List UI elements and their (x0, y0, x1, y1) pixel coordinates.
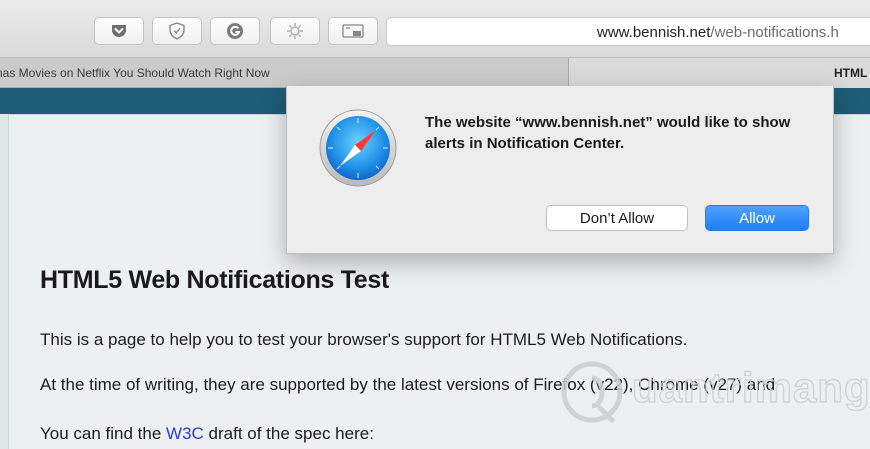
shield-icon (169, 22, 185, 40)
puzzle-extension-icon (287, 23, 303, 39)
picture-in-picture-button[interactable] (328, 17, 378, 45)
pocket-button[interactable] (94, 17, 144, 45)
browser-toolbar: www.bennish.net/web-notifications.h (0, 0, 870, 58)
w3c-link[interactable]: W3C (166, 424, 204, 443)
dialog-message: The website “www.bennish.net” would like… (425, 114, 791, 152)
address-bar[interactable]: www.bennish.net/web-notifications.h (386, 17, 870, 46)
grammarly-button[interactable] (210, 17, 260, 45)
grammarly-icon (227, 23, 243, 39)
picture-in-picture-icon (342, 24, 364, 38)
watermark-text: uantrimang (631, 363, 870, 411)
spec-text-before: You can find the (40, 424, 167, 443)
privacy-shield-button[interactable] (152, 17, 202, 45)
tab-title: nas Movies on Netflix You Should Watch R… (0, 66, 270, 80)
watermark: uantrimang (556, 356, 870, 436)
page-title: HTML5 Web Notifications Test (40, 266, 390, 294)
url-host: www.bennish.net (597, 24, 711, 41)
tab-html5-notifications[interactable]: HTML (569, 58, 870, 88)
url-path: /web-notifications.h (710, 24, 839, 41)
pocket-icon (112, 25, 126, 37)
spec-paragraph: You can find the W3C draft of the spec h… (40, 424, 374, 444)
spec-text-after: draft of the spec here: (203, 424, 374, 443)
notification-permission-dialog: The website “www.bennish.net” would like… (286, 86, 834, 254)
tab-netflix-movies[interactable]: nas Movies on Netflix You Should Watch R… (0, 58, 568, 88)
allow-button[interactable]: Allow (705, 205, 809, 231)
dont-allow-button[interactable]: Don’t Allow (546, 205, 688, 231)
tab-title: HTML (834, 66, 868, 80)
extension-button[interactable] (270, 17, 320, 45)
intro-paragraph: This is a page to help you to test your … (40, 330, 688, 349)
safari-compass-icon (319, 109, 397, 187)
tab-bar: nas Movies on Netflix You Should Watch R… (0, 58, 870, 88)
url-text: www.bennish.net/web-notifications.h (597, 24, 839, 41)
watermark-logo-icon (561, 361, 623, 423)
